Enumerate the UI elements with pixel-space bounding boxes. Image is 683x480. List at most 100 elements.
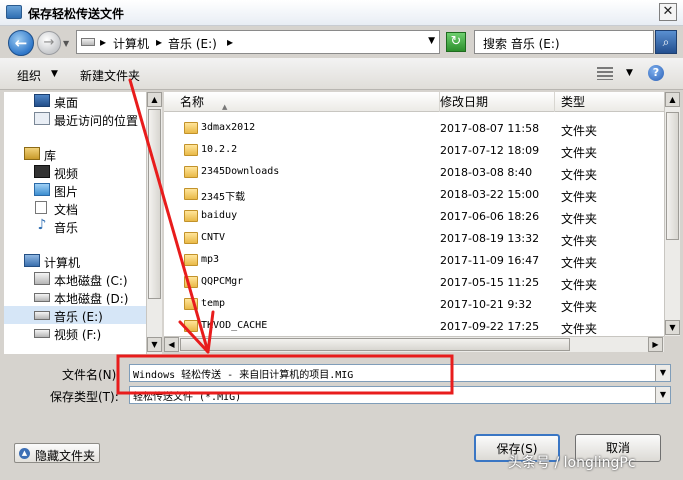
- back-button[interactable]: ←: [8, 30, 34, 56]
- filename-input[interactable]: Windows 轻松传送 - 来自旧计算机的项目.MIG ▼: [129, 364, 671, 382]
- scroll-down-icon[interactable]: ▼: [147, 337, 162, 352]
- folder-icon: [184, 320, 198, 332]
- file-name: QQPCMgr: [201, 276, 244, 287]
- table-row[interactable]: baiduy 2017-06-06 18:26 文件夹: [164, 206, 664, 228]
- breadcrumb-computer[interactable]: 计算机: [113, 35, 149, 52]
- nav-item-desktop[interactable]: 桌面: [4, 92, 146, 110]
- file-type: 文件夹: [561, 124, 598, 138]
- breadcrumb-separator-icon[interactable]: ▸: [100, 35, 106, 49]
- desktop-icon: [34, 94, 50, 107]
- search-input[interactable]: 搜索 音乐 (E:): [474, 30, 654, 54]
- folder-icon: [184, 122, 198, 134]
- nav-item-libraries[interactable]: 库: [4, 145, 146, 163]
- scroll-left-icon[interactable]: ◀: [164, 337, 179, 352]
- organize-button[interactable]: 组织: [17, 67, 41, 84]
- recent-pages-dropdown[interactable]: ▼: [63, 39, 69, 48]
- table-row[interactable]: 2345Downloads 2018-03-08 8:40 文件夹: [164, 162, 664, 184]
- view-options-icon[interactable]: [597, 67, 613, 80]
- address-bar[interactable]: ▸ 计算机 ▸ 音乐 (E:) ▸ ▼: [76, 30, 440, 54]
- arrow-left-icon: ←: [14, 34, 28, 52]
- column-date[interactable]: 修改日期: [434, 92, 555, 112]
- file-name: TKVOD_CACHE: [201, 320, 268, 331]
- file-name: 2345Downloads: [201, 166, 280, 177]
- nav-item-local-disk-d[interactable]: 本地磁盘 (D:): [4, 288, 146, 306]
- drive-icon: [81, 38, 95, 46]
- filename-dropdown-icon[interactable]: ▼: [655, 365, 670, 381]
- nav-item-label: 音乐: [54, 221, 79, 235]
- table-row[interactable]: 10.2.2 2017-07-12 18:09 文件夹: [164, 140, 664, 162]
- file-type: 文件夹: [561, 300, 598, 314]
- nav-item-drive-e[interactable]: 音乐 (E:): [4, 306, 146, 324]
- save-type-label: 保存类型(T):: [50, 390, 119, 404]
- nav-item-pictures[interactable]: 图片: [4, 181, 146, 199]
- nav-item-label: 本地磁盘 (C:): [54, 274, 128, 288]
- scroll-right-icon[interactable]: ▶: [648, 337, 663, 352]
- folder-icon: [184, 276, 198, 288]
- nav-item-computer[interactable]: 计算机: [4, 252, 146, 270]
- new-folder-button[interactable]: 新建文件夹: [80, 67, 140, 84]
- app-icon: [6, 5, 22, 19]
- search-button[interactable]: ⌕: [655, 30, 677, 54]
- forward-button[interactable]: →: [37, 31, 61, 55]
- window-title: 保存轻松传送文件: [28, 7, 125, 21]
- nav-item-music[interactable]: ♪ 音乐: [4, 217, 146, 235]
- command-toolbar: 组织 ▼ 新建文件夹 ▼ ?: [0, 58, 683, 90]
- scroll-up-icon[interactable]: ▲: [147, 92, 162, 107]
- scrollbar-thumb[interactable]: [180, 338, 570, 351]
- file-type: 文件夹: [561, 278, 598, 292]
- nav-item-label: 桌面: [54, 96, 79, 110]
- refresh-button[interactable]: ↻: [446, 32, 466, 52]
- nav-item-label: 图片: [54, 185, 79, 199]
- save-type-value: 轻松传送文件 (*.MIG): [133, 392, 242, 403]
- nav-item-recent-places[interactable]: 最近访问的位置: [4, 110, 146, 128]
- file-date: 2017-07-12 18:09: [440, 144, 540, 157]
- breadcrumb-separator-icon[interactable]: ▸: [227, 35, 233, 49]
- table-row[interactable]: temp 2017-10-21 9:32 文件夹: [164, 294, 664, 316]
- save-type-dropdown-icon[interactable]: ▼: [655, 387, 670, 403]
- nav-item-local-disk-c[interactable]: 本地磁盘 (C:): [4, 270, 146, 288]
- nav-pane-scrollbar[interactable]: ▲ ▼: [146, 92, 162, 354]
- table-row[interactable]: mp3 2017-11-09 16:47 文件夹: [164, 250, 664, 272]
- breadcrumb-separator-icon[interactable]: ▸: [156, 35, 162, 49]
- address-dropdown-icon[interactable]: ▼: [428, 36, 435, 46]
- scrollbar-thumb[interactable]: [666, 112, 679, 240]
- file-name: CNTV: [201, 232, 226, 243]
- file-list: 名称 ▲ 修改日期 类型 3dmax2012 2017-08-07 11:58 文件…: [164, 92, 664, 336]
- close-button[interactable]: ✕: [659, 3, 677, 21]
- save-type-select[interactable]: 轻松传送文件 (*.MIG) ▼: [129, 386, 671, 404]
- arrow-right-icon: →: [43, 35, 55, 50]
- file-date: 2017-08-19 13:32: [440, 232, 540, 245]
- organize-dropdown-icon[interactable]: ▼: [51, 69, 58, 79]
- nav-item-label: 最近访问的位置: [54, 114, 139, 128]
- scrollbar-thumb[interactable]: [148, 109, 161, 299]
- view-dropdown-icon[interactable]: ▼: [626, 68, 633, 78]
- folder-icon: [184, 144, 198, 156]
- folder-icon: [184, 166, 198, 178]
- scroll-down-icon[interactable]: ▼: [665, 320, 680, 335]
- column-name[interactable]: 名称 ▲: [174, 92, 440, 112]
- table-row[interactable]: QQPCMgr 2017-05-15 11:25 文件夹: [164, 272, 664, 294]
- table-row[interactable]: TKVOD_CACHE 2017-09-22 17:25 文件夹: [164, 316, 664, 336]
- pictures-library-icon: [34, 183, 50, 196]
- filename-value: Windows 轻松传送 - 来自旧计算机的项目.MIG: [133, 370, 354, 381]
- music-library-icon: ♪: [37, 217, 47, 233]
- file-date: 2018-03-08 8:40: [440, 166, 533, 179]
- file-list-horizontal-scrollbar[interactable]: ◀ ▶: [164, 336, 664, 352]
- scroll-up-icon[interactable]: ▲: [665, 92, 680, 107]
- file-type: 文件夹: [561, 234, 598, 248]
- file-list-vertical-scrollbar[interactable]: ▲ ▼: [664, 92, 680, 336]
- nav-item-label: 视频 (F:): [54, 328, 102, 342]
- nav-item-label: 视频: [54, 167, 79, 181]
- table-row[interactable]: CNTV 2017-08-19 13:32 文件夹: [164, 228, 664, 250]
- nav-item-videos[interactable]: 视频: [4, 163, 146, 181]
- help-icon[interactable]: ?: [648, 65, 664, 81]
- nav-item-drive-f[interactable]: 视频 (F:): [4, 324, 146, 342]
- table-row[interactable]: 3dmax2012 2017-08-07 11:58 文件夹: [164, 118, 664, 140]
- breadcrumb-drive-e[interactable]: 音乐 (E:): [168, 35, 217, 52]
- local-disk-d-icon: [34, 293, 50, 302]
- column-type[interactable]: 类型: [555, 92, 664, 112]
- file-date: 2018-03-22 15:00: [440, 188, 540, 201]
- table-row[interactable]: 2345下载 2018-03-22 15:00 文件夹: [164, 184, 664, 206]
- nav-item-documents[interactable]: 文档: [4, 199, 146, 217]
- hide-folders-button[interactable]: ▲ 隐藏文件夹: [14, 443, 100, 463]
